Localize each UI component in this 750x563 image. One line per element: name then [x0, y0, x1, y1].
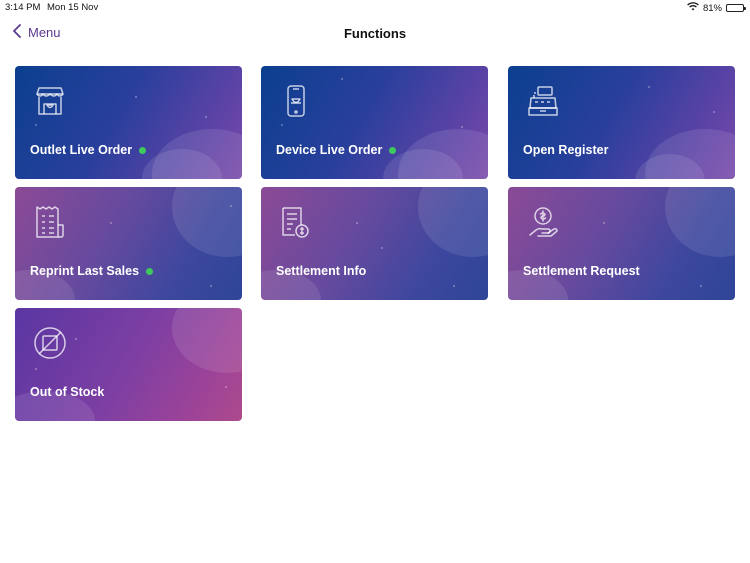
battery-icon — [726, 4, 746, 12]
cash-register-icon — [526, 84, 560, 118]
online-indicator — [146, 267, 154, 275]
tile-settlement-request[interactable]: Settlement Request — [508, 187, 735, 300]
tile-label: Outlet Live Order — [30, 143, 133, 157]
status-date: Mon 15 Nov — [47, 2, 99, 13]
tile-reprint-last-sales[interactable]: Reprint Last Sales — [15, 187, 242, 300]
status-right: 81% — [687, 2, 746, 14]
online-indicator — [139, 146, 147, 154]
hand-coin-icon — [526, 205, 560, 239]
tile-label: Out of Stock — [30, 385, 105, 399]
battery-percent: 81% — [702, 2, 722, 14]
tile-label: Device Live Order — [276, 143, 383, 157]
receipt-icon — [33, 205, 67, 239]
tile-label: Reprint Last Sales — [30, 264, 140, 278]
navigation-bar: Menu Functions — [0, 20, 750, 48]
tile-settlement-info[interactable]: Settlement Info — [261, 187, 488, 300]
tile-open-register[interactable]: Open Register — [508, 66, 735, 179]
document-coin-icon — [279, 205, 313, 239]
out-of-stock-icon — [33, 326, 67, 360]
tile-label: Settlement Info — [276, 264, 367, 278]
tile-out-of-stock[interactable]: Out of Stock — [15, 308, 242, 421]
status-time: 3:14 PM — [5, 2, 41, 13]
mobile-device-icon — [279, 84, 313, 118]
page-title: Functions — [343, 26, 407, 41]
tile-device-live-order[interactable]: Device Live Order — [261, 66, 488, 179]
tile-outlet-live-order[interactable]: Outlet Live Order — [15, 66, 242, 179]
wifi-icon — [687, 2, 699, 14]
tile-label: Open Register — [523, 143, 609, 157]
storefront-icon — [33, 84, 67, 118]
status-bar: 3:14 PM Mon 15 Nov 81% — [0, 0, 750, 16]
online-indicator — [389, 146, 397, 154]
tile-label: Settlement Request — [523, 264, 640, 278]
